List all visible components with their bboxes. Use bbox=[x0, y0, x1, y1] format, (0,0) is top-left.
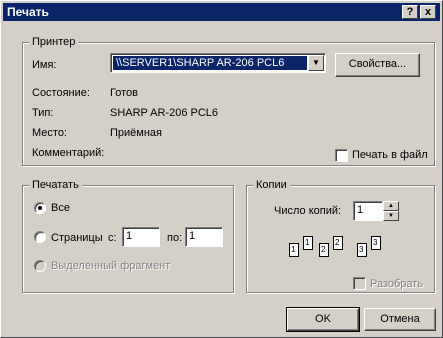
copy-page: 1 bbox=[303, 236, 313, 250]
dialog-title: Печать bbox=[7, 5, 49, 19]
location-label: Место: bbox=[32, 127, 67, 139]
status-label: Состояние: bbox=[32, 87, 90, 99]
print-selection-label: Выделенный фрагмент bbox=[51, 260, 171, 272]
copies-count-label: Число копий: bbox=[274, 205, 342, 217]
comment-label: Комментарий: bbox=[32, 147, 105, 159]
ok-button[interactable]: OK bbox=[286, 307, 360, 332]
pages-from-input[interactable]: 1 bbox=[122, 227, 160, 247]
cancel-button[interactable]: Отмена bbox=[364, 308, 436, 331]
printer-name-label: Имя: bbox=[32, 59, 57, 71]
pages-from-label: с: bbox=[108, 232, 117, 244]
location-value: Приёмная bbox=[110, 127, 162, 139]
copy-page: 3 bbox=[371, 236, 381, 250]
printer-group-title: Принтер bbox=[29, 35, 79, 49]
copy-page: 3 bbox=[357, 243, 367, 257]
copy-page: 2 bbox=[333, 236, 343, 250]
print-all-label: Все bbox=[51, 202, 70, 214]
spin-up-icon[interactable]: ▲ bbox=[383, 201, 399, 211]
close-button[interactable]: x bbox=[420, 5, 436, 19]
print-to-file-label: Печать в файл bbox=[352, 149, 428, 161]
radio-selected-dot bbox=[38, 206, 42, 210]
pages-to-label: по: bbox=[167, 232, 183, 244]
copies-group-title: Копии bbox=[253, 178, 290, 192]
copies-spinner[interactable]: ▲ ▼ bbox=[383, 201, 399, 221]
pages-to-input[interactable]: 1 bbox=[185, 227, 223, 247]
help-button[interactable]: ? bbox=[402, 5, 418, 19]
print-pages-label: Страницы bbox=[51, 232, 103, 244]
print-dialog: Печать ? x Принтер Имя: \\SERVER1\SHARP … bbox=[0, 0, 443, 338]
collate-checkbox[interactable] bbox=[353, 277, 366, 290]
type-label: Тип: bbox=[32, 107, 54, 119]
spin-down-icon[interactable]: ▼ bbox=[383, 211, 399, 221]
copy-page: 1 bbox=[289, 243, 299, 257]
collate-label: Разобрать bbox=[370, 278, 424, 290]
properties-button[interactable]: Свойства... bbox=[335, 53, 420, 77]
copies-count-input[interactable]: 1 bbox=[353, 201, 383, 221]
title-bar: Печать ? x bbox=[3, 3, 440, 21]
chevron-down-icon[interactable]: ▼ bbox=[308, 55, 324, 71]
printer-name-select[interactable]: \\SERVER1\SHARP AR-206 PCL6 ▼ bbox=[110, 53, 326, 73]
print-range-group-title: Печатать bbox=[29, 178, 82, 192]
print-to-file-checkbox[interactable] bbox=[335, 149, 348, 162]
printer-name-value: \\SERVER1\SHARP AR-206 PCL6 bbox=[113, 56, 307, 70]
type-value: SHARP AR-206 PCL6 bbox=[110, 107, 219, 119]
copy-page: 2 bbox=[319, 243, 329, 257]
print-all-radio[interactable] bbox=[34, 202, 46, 214]
print-pages-radio[interactable] bbox=[34, 231, 46, 243]
print-selection-radio[interactable] bbox=[34, 260, 46, 272]
status-value: Готов bbox=[110, 87, 138, 99]
